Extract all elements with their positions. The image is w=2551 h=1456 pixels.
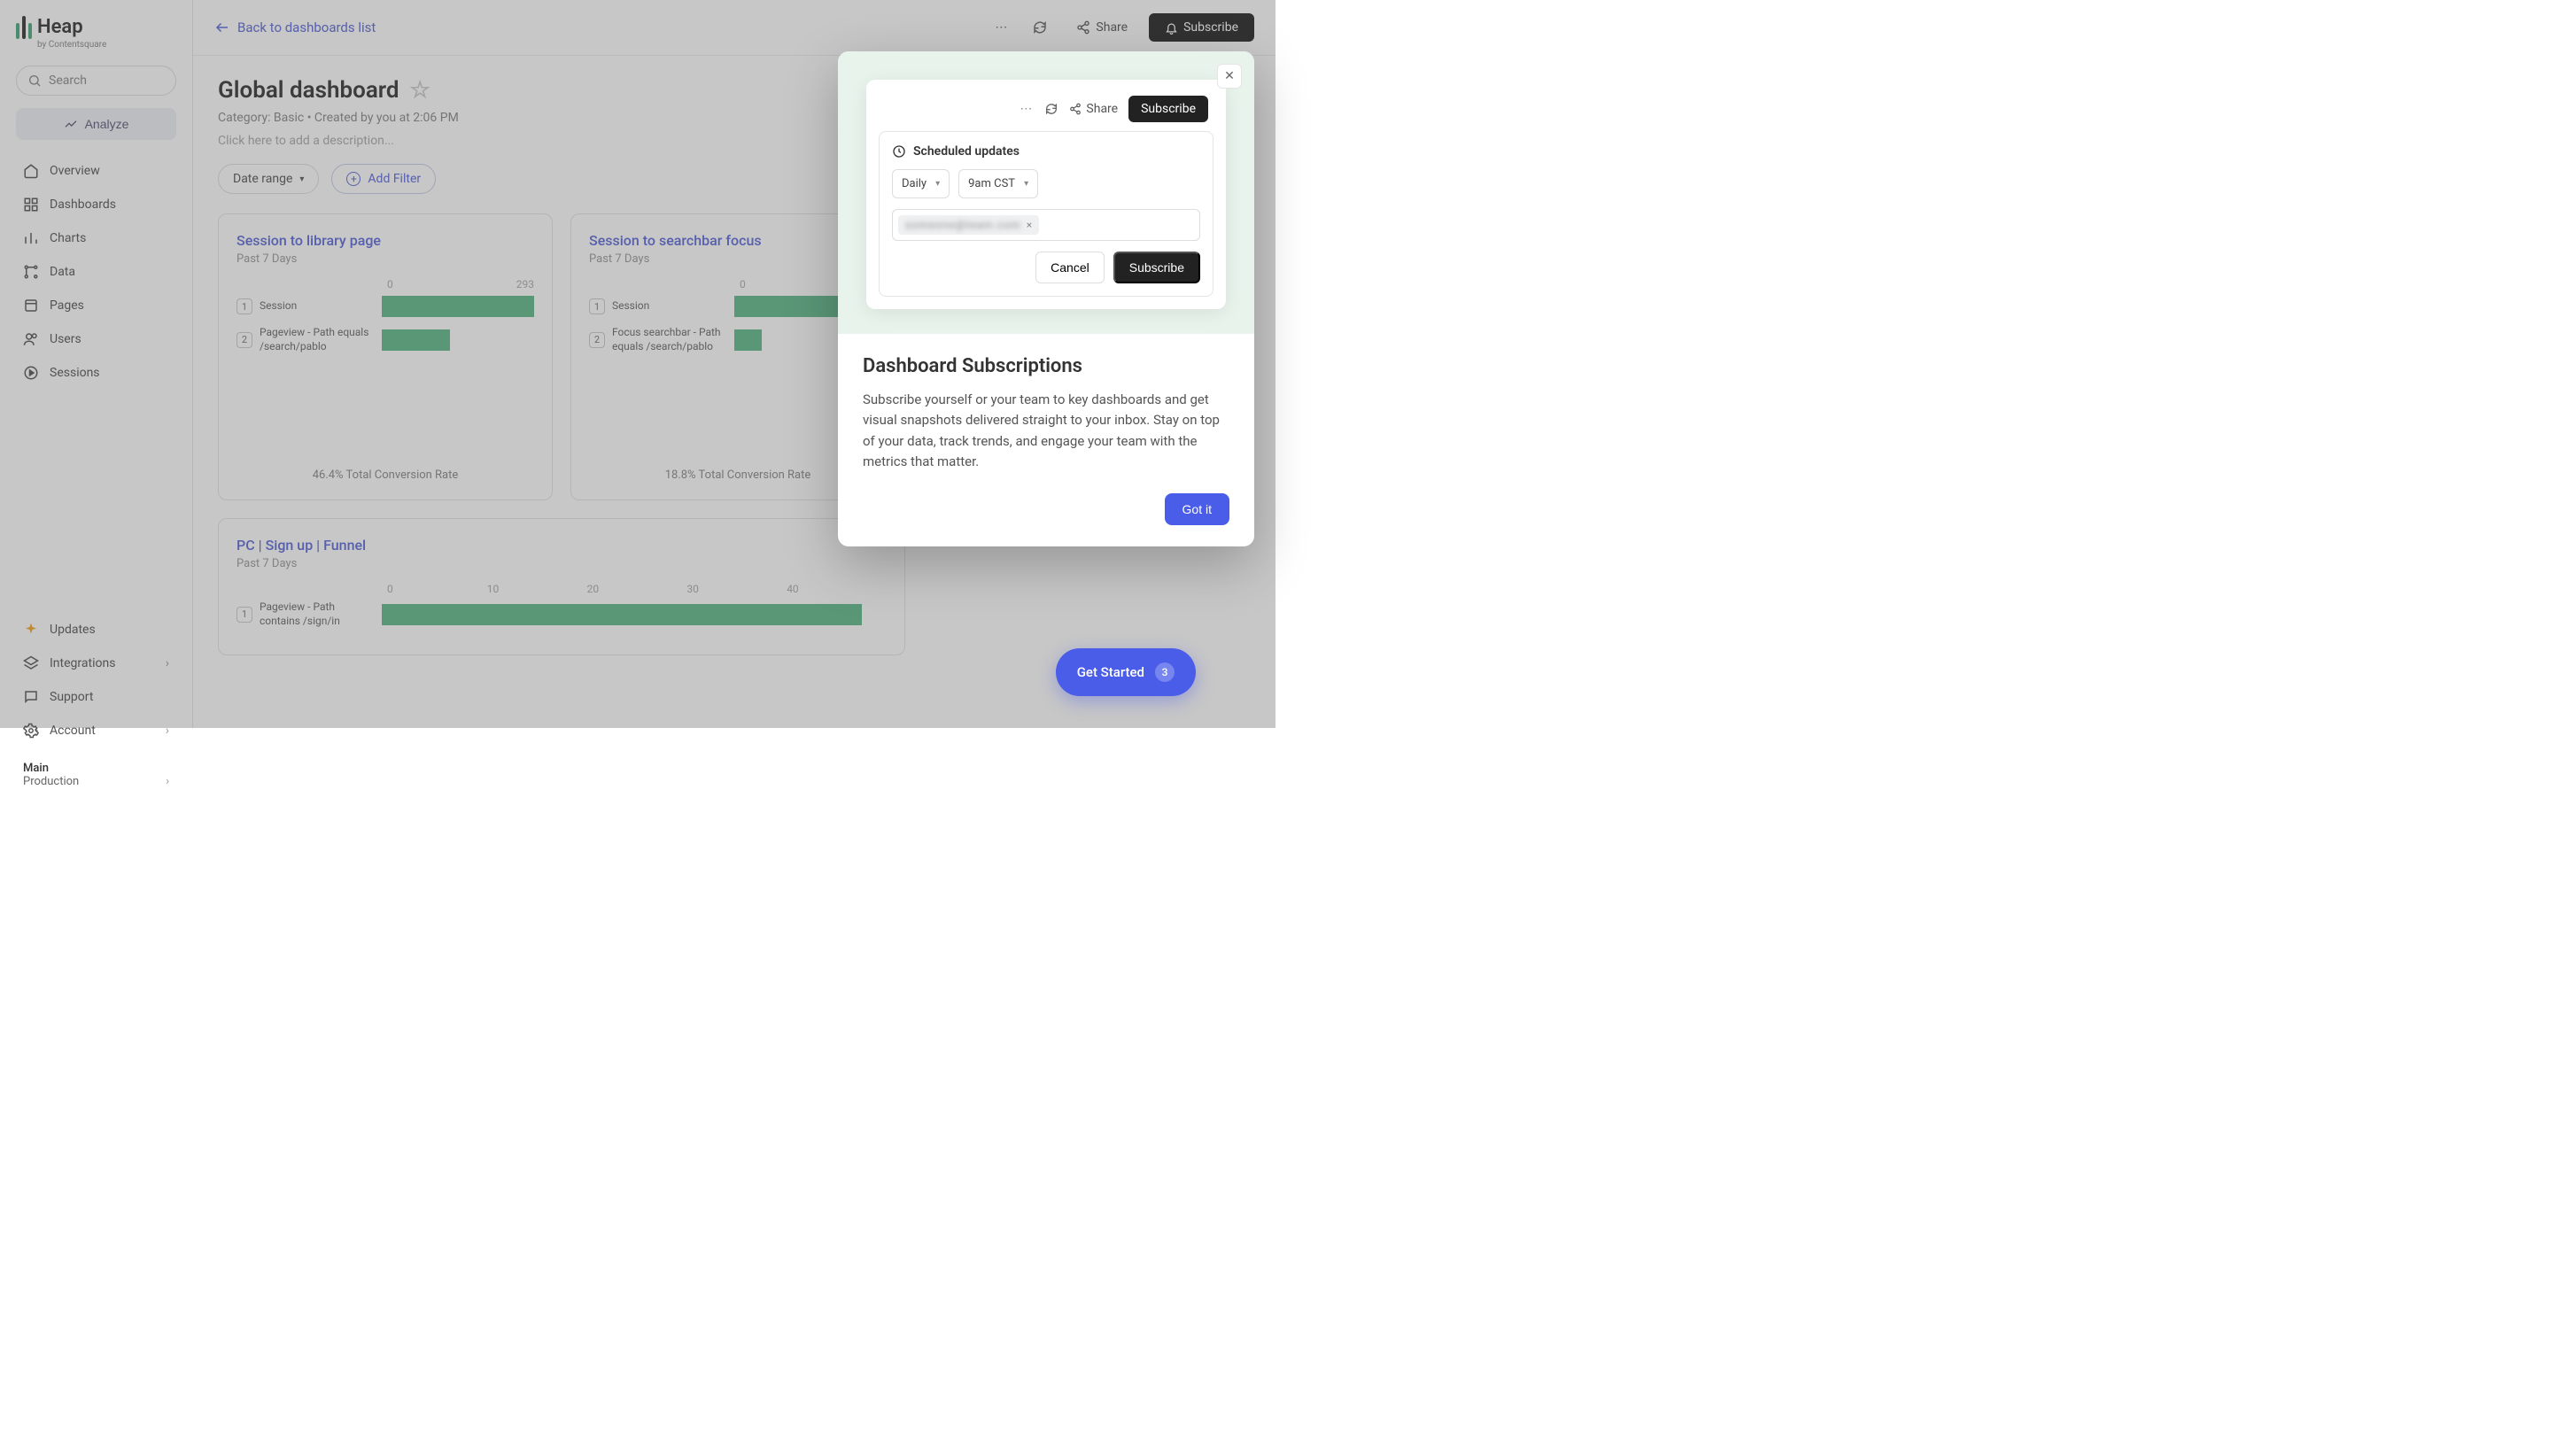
preview-card: ⋯ Share Subscribe Scheduled updates Dail… [866, 80, 1226, 309]
popover-title: Dashboard Subscriptions [863, 355, 1229, 377]
share-icon [1069, 103, 1082, 115]
frequency-select: Daily▾ [892, 169, 950, 198]
preview-subscribe-button: Subscribe [1113, 252, 1200, 283]
workspace-env: Production [23, 775, 79, 788]
preview-share: Share [1069, 102, 1118, 116]
refresh-icon [1044, 102, 1058, 116]
popover-preview: ⋯ Share Subscribe Scheduled updates Dail… [838, 51, 1254, 334]
chevron-right-icon: › [166, 775, 169, 788]
close-button[interactable]: ✕ [1217, 64, 1242, 89]
panel-title: Scheduled updates [913, 144, 1020, 159]
subscription-popover: ✕ ⋯ Share Subscribe Scheduled updates Da… [838, 51, 1254, 546]
recipient-tag: someone@team.com [905, 219, 1021, 231]
recipient-input: someone@team.com × [892, 209, 1200, 241]
popover-text: Subscribe yourself or your team to key d… [863, 390, 1229, 472]
preview-subscribe-top: Subscribe [1128, 96, 1208, 122]
more-icon: ⋯ [1020, 102, 1034, 116]
got-it-button[interactable]: Got it [1165, 493, 1229, 525]
get-started-fab[interactable]: Get Started 3 [1056, 648, 1196, 696]
clock-icon [892, 144, 906, 159]
fab-label: Get Started [1077, 664, 1144, 680]
time-select: 9am CST▾ [958, 169, 1038, 198]
workspace-selector[interactable]: Main Production › [16, 755, 176, 795]
preview-panel: Scheduled updates Daily▾ 9am CST▾ someon… [879, 131, 1213, 297]
fab-badge: 3 [1155, 662, 1175, 682]
remove-tag-icon: × [1027, 219, 1032, 231]
preview-cancel-button: Cancel [1035, 252, 1105, 283]
workspace-name: Main [23, 762, 169, 775]
